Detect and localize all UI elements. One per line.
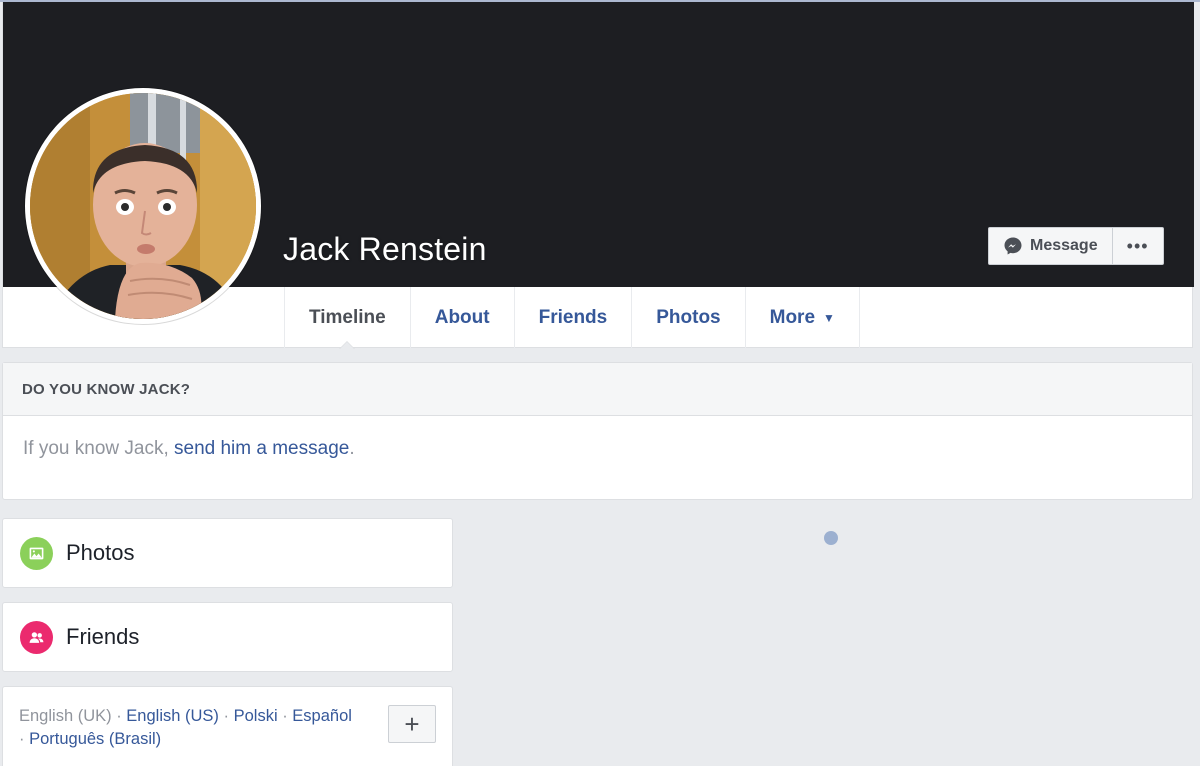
friends-card[interactable]: Friends xyxy=(2,602,453,672)
tab-label: About xyxy=(434,306,490,328)
photos-icon xyxy=(20,536,53,570)
separator: · xyxy=(19,730,30,748)
add-language-button[interactable]: + xyxy=(388,705,436,743)
tab-more[interactable]: More ▼ xyxy=(746,287,860,348)
profile-name[interactable]: Jack Renstein xyxy=(283,231,487,268)
language-card: English (UK) · English (US) · Polski · E… xyxy=(2,686,453,766)
plus-icon: + xyxy=(404,709,420,739)
tab-friends[interactable]: Friends xyxy=(515,287,633,348)
profile-tabs: Timeline About Friends Photos More ▼ xyxy=(284,287,860,349)
message-button[interactable]: Message xyxy=(989,228,1113,264)
language-link-portugues[interactable]: Português (Brasil) xyxy=(29,730,161,748)
card-heading: DO YOU KNOW JACK? xyxy=(3,363,1192,416)
current-language: English (UK) xyxy=(19,707,112,725)
profile-actions: Message ••• xyxy=(988,227,1164,265)
person-portrait-icon xyxy=(30,93,256,319)
tab-label: Photos xyxy=(656,306,721,328)
more-options-button[interactable]: ••• xyxy=(1113,228,1163,264)
language-link-english-us[interactable]: English (US) xyxy=(126,707,219,725)
card-body-suffix: . xyxy=(349,438,355,459)
language-link-espanol[interactable]: Español xyxy=(292,707,352,725)
profile-picture-image xyxy=(30,93,256,319)
separator: · xyxy=(218,707,234,725)
photos-card-row[interactable]: Photos xyxy=(3,519,452,587)
profile-picture[interactable] xyxy=(25,88,261,324)
do-you-know-card: DO YOU KNOW JACK? If you know Jack, send… xyxy=(2,362,1193,500)
friends-card-label: Friends xyxy=(66,624,140,649)
caret-down-icon: ▼ xyxy=(823,310,835,325)
tab-timeline[interactable]: Timeline xyxy=(285,287,411,349)
photos-card-label: Photos xyxy=(66,540,135,565)
send-message-link[interactable]: send him a message xyxy=(174,438,349,459)
loading-indicator xyxy=(824,531,838,545)
tab-label: More xyxy=(769,306,816,328)
card-body: If you know Jack, send him a message. xyxy=(3,416,1192,460)
ellipsis-icon: ••• xyxy=(1126,235,1149,256)
separator: · xyxy=(277,707,293,725)
language-list: English (UK) · English (US) · Polski · E… xyxy=(19,705,379,751)
separator: · xyxy=(111,707,127,725)
tab-label: Friends xyxy=(538,306,608,328)
messenger-icon xyxy=(1004,237,1022,255)
friends-icon xyxy=(20,620,53,654)
tab-label: Timeline xyxy=(309,306,386,328)
profile-header: Jack Renstein Message ••• Timeline About… xyxy=(2,2,1194,349)
message-button-label: Message xyxy=(1030,237,1098,254)
friends-card-row[interactable]: Friends xyxy=(3,603,452,671)
tab-photos[interactable]: Photos xyxy=(632,287,746,348)
language-link-polski[interactable]: Polski xyxy=(234,707,278,725)
card-body-text: If you know Jack, xyxy=(23,438,175,459)
photos-card[interactable]: Photos xyxy=(2,518,453,588)
tab-about[interactable]: About xyxy=(411,287,515,348)
